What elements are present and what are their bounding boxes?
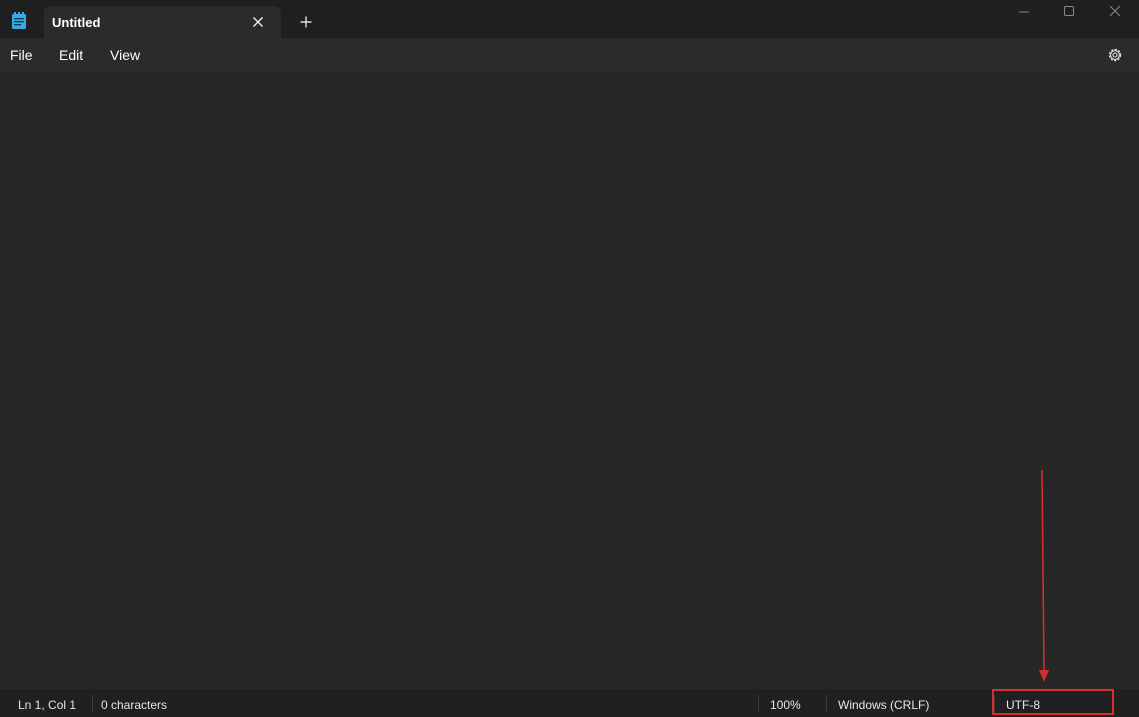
tab-title: Untitled bbox=[52, 15, 101, 30]
status-bar: Ln 1, Col 1 0 characters 100% Windows (C… bbox=[0, 689, 1139, 717]
line-ending[interactable]: Windows (CRLF) bbox=[838, 698, 929, 712]
close-window-icon[interactable] bbox=[1092, 0, 1138, 24]
menu-file[interactable]: File bbox=[10, 47, 33, 63]
notepad-icon bbox=[11, 12, 27, 30]
gear-icon[interactable] bbox=[1106, 46, 1124, 64]
title-bar: Untitled bbox=[0, 0, 1139, 38]
text-editor-area[interactable] bbox=[0, 72, 1139, 689]
status-divider bbox=[826, 695, 827, 712]
zoom-level[interactable]: 100% bbox=[770, 698, 801, 712]
minimize-icon[interactable] bbox=[1001, 0, 1047, 24]
maximize-icon[interactable] bbox=[1046, 0, 1092, 24]
character-count: 0 characters bbox=[101, 698, 168, 712]
status-divider bbox=[92, 695, 93, 712]
cursor-position: Ln 1, Col 1 bbox=[18, 698, 77, 712]
annotation-arrow-icon bbox=[1034, 469, 1050, 685]
menu-view[interactable]: View bbox=[110, 47, 140, 63]
annotation-highlight-box bbox=[992, 689, 1114, 715]
notepad-window: Untitled File Edit View Ln 1, Col 1 0 ch… bbox=[0, 0, 1139, 717]
close-icon[interactable] bbox=[250, 14, 266, 30]
plus-icon[interactable] bbox=[298, 14, 314, 30]
menu-edit[interactable]: Edit bbox=[59, 47, 83, 63]
tab-untitled[interactable]: Untitled bbox=[44, 6, 281, 38]
menu-bar: File Edit View bbox=[0, 38, 1139, 72]
status-divider bbox=[758, 695, 759, 712]
